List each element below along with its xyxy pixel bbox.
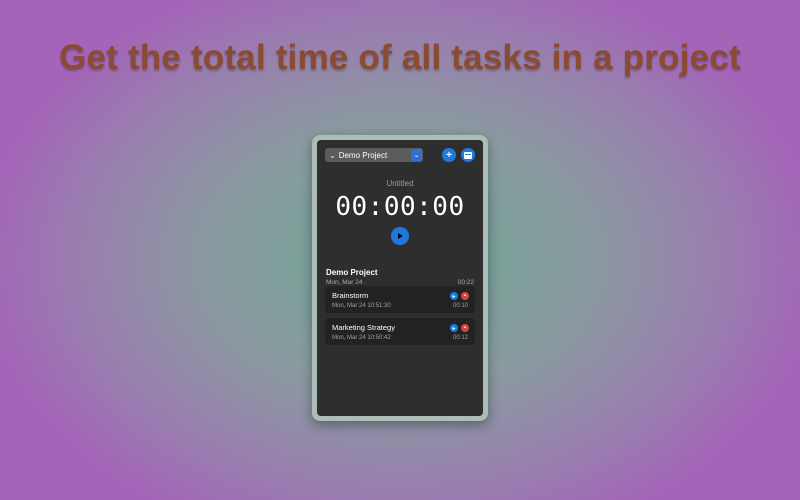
current-task-title[interactable]: Untitled <box>317 179 483 188</box>
delete-task-button[interactable]: ▪ <box>461 292 469 300</box>
project-select-label: Demo Project <box>338 150 388 160</box>
task-timestamp: Mon, Mar 24 10:50:42 <box>332 335 391 341</box>
task-row[interactable]: Marketing Strategy Mon, Mar 24 10:50:42 … <box>325 318 475 345</box>
start-timer-button[interactable] <box>391 227 409 245</box>
project-total-time: 00:22 <box>457 279 474 286</box>
list-icon <box>464 151 472 159</box>
select-stepper-icon: ⌄ <box>411 149 422 161</box>
trash-icon: ▪ <box>463 325 467 331</box>
delete-task-button[interactable]: ▪ <box>461 324 469 332</box>
project-date: Mon, Mar 24 <box>326 279 363 286</box>
task-row[interactable]: Brainstorm Mon, Mar 24 10:51:30 00:10 ▸ … <box>325 286 475 313</box>
play-icon <box>398 233 403 239</box>
plus-icon: + <box>446 149 452 161</box>
project-list-button[interactable] <box>461 148 475 162</box>
project-select[interactable]: ⌄ Demo Project ⌄ <box>325 148 423 162</box>
task-duration: 00:10 <box>452 303 468 309</box>
task-name: Marketing Strategy <box>332 323 395 332</box>
project-name: Demo Project <box>326 268 378 277</box>
resume-task-button[interactable]: ▸ <box>450 324 458 332</box>
play-icon: ▸ <box>452 293 456 300</box>
task-name: Brainstorm <box>332 291 369 300</box>
resume-task-button[interactable]: ▸ <box>450 292 458 300</box>
task-timestamp: Mon, Mar 24 10:51:30 <box>332 303 391 309</box>
promo-headline: Get the total time of all tasks in a pro… <box>59 38 741 77</box>
task-duration: 00:12 <box>452 335 468 341</box>
play-icon: ▸ <box>452 325 456 332</box>
trash-icon: ▪ <box>463 293 467 299</box>
timer-display: 00:00:00 <box>335 192 465 222</box>
chevron-down-icon: ⌄ <box>329 150 336 160</box>
app-window: ⌄ Demo Project ⌄ + Untitled 00:00:00 Dem… <box>312 135 488 421</box>
add-task-button[interactable]: + <box>442 148 456 162</box>
app-panel: ⌄ Demo Project ⌄ + Untitled 00:00:00 Dem… <box>317 140 483 416</box>
